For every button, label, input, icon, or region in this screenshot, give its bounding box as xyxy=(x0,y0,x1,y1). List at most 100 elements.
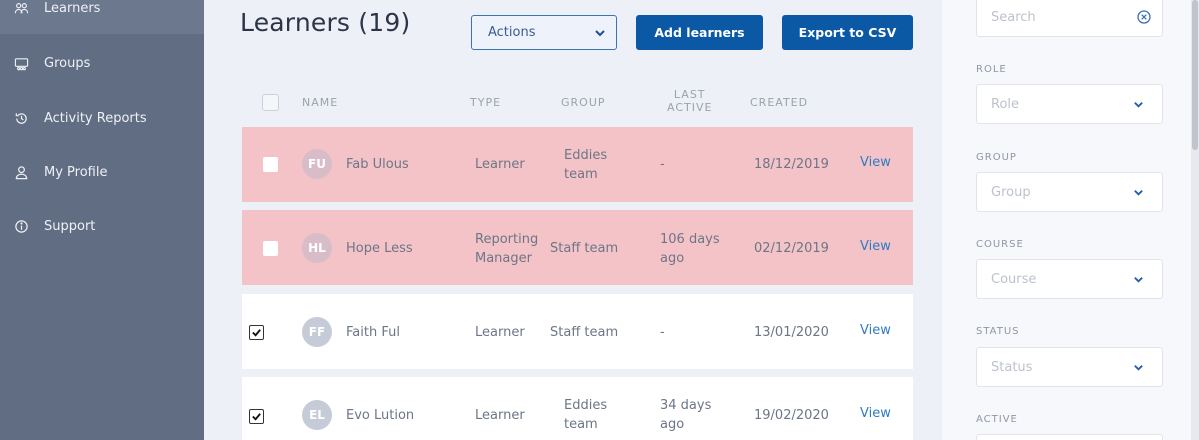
learner-group: Eddies team xyxy=(564,396,607,434)
learner-last-active: - xyxy=(660,325,665,340)
group-filter-label: GROUP xyxy=(976,152,1017,163)
main-content: Learners (19) Actions Add learners Expor… xyxy=(204,0,942,440)
learner-last-active-line2: ago xyxy=(660,251,685,266)
avatar: EL xyxy=(302,400,332,430)
chevron-down-icon xyxy=(1134,277,1143,283)
sidebar: Learners Groups Activity Reports My Prof… xyxy=(0,0,204,440)
course-select[interactable]: Course xyxy=(976,259,1163,299)
column-header-last-active[interactable]: LAST ACTIVE xyxy=(667,88,712,114)
row-checkbox-checked[interactable] xyxy=(249,325,264,340)
learner-name: Evo Lution xyxy=(346,408,415,423)
status-placeholder: Status xyxy=(991,359,1033,375)
column-header-last-active-line2: ACTIVE xyxy=(667,101,713,114)
groups-icon xyxy=(12,54,30,72)
status-select[interactable]: Status xyxy=(976,347,1163,387)
scrollbar-thumb[interactable] xyxy=(1192,0,1198,150)
learner-created: 02/12/2019 xyxy=(754,241,829,256)
learner-last-active-line2: ago xyxy=(660,417,685,432)
column-header-group[interactable]: GROUP xyxy=(561,96,606,109)
avatar: FF xyxy=(302,317,332,347)
checkmark-icon xyxy=(252,329,261,337)
row-checkbox-checked[interactable] xyxy=(249,409,264,424)
learners-icon xyxy=(12,0,30,17)
chevron-down-icon xyxy=(1134,102,1143,108)
learner-group-line1: Eddies xyxy=(564,148,608,163)
checkmark-icon xyxy=(252,413,261,421)
learner-last-active-line1: 34 days xyxy=(660,398,712,413)
column-header-name[interactable]: NAME xyxy=(302,96,338,109)
group-placeholder: Group xyxy=(991,184,1031,200)
learner-created: 19/02/2020 xyxy=(754,408,829,423)
profile-icon xyxy=(12,163,30,181)
learner-name: Faith Ful xyxy=(346,325,400,340)
search-input[interactable]: Search xyxy=(976,0,1163,37)
view-link[interactable]: View xyxy=(860,406,891,421)
learner-created: 18/12/2019 xyxy=(754,157,829,172)
sidebar-item-label: My Profile xyxy=(44,164,108,180)
sidebar-item-label: Groups xyxy=(44,55,91,71)
actions-dropdown-label: Actions xyxy=(488,25,536,40)
sidebar-item-label: Learners xyxy=(44,0,101,16)
column-header-last-active-line1: LAST xyxy=(673,88,706,101)
chevron-down-icon xyxy=(1134,365,1143,371)
active-filter-label: ACTIVE xyxy=(976,414,1018,425)
table-row[interactable]: FF Faith Ful Learner Staff team - 13/01/… xyxy=(242,294,913,369)
learner-created: 13/01/2020 xyxy=(754,325,829,340)
learner-type-line1: Reporting xyxy=(475,232,539,247)
sidebar-item-label: Support xyxy=(44,218,96,234)
learner-group: Staff team xyxy=(550,241,619,256)
learner-type: Learner xyxy=(475,157,525,172)
view-link[interactable]: View xyxy=(860,155,891,170)
column-header-type[interactable]: TYPE xyxy=(470,96,501,109)
sidebar-item-support[interactable]: Support xyxy=(12,213,95,239)
learner-name: Fab Ulous xyxy=(346,157,409,172)
table-row[interactable]: FU Fab Ulous Learner Eddies team - 18/12… xyxy=(242,127,913,202)
add-learners-button[interactable]: Add learners xyxy=(636,15,763,50)
scrollbar[interactable] xyxy=(1191,0,1199,440)
status-filter-label: STATUS xyxy=(976,326,1020,337)
history-icon xyxy=(12,109,30,127)
sidebar-item-groups[interactable]: Groups xyxy=(12,50,90,76)
learner-type-line2: Manager xyxy=(475,251,532,266)
learner-group: Staff team xyxy=(550,325,619,340)
learner-last-active-line1: 106 days xyxy=(660,232,720,247)
column-header-created[interactable]: CREATED xyxy=(750,96,808,109)
course-filter-label: COURSE xyxy=(976,239,1024,250)
select-all-checkbox[interactable] xyxy=(262,94,279,111)
learner-last-active: 106 days ago xyxy=(660,230,720,268)
learner-group: Eddies team xyxy=(564,146,607,184)
avatar: FU xyxy=(302,149,332,179)
sidebar-item-my-profile[interactable]: My Profile xyxy=(12,159,107,185)
learner-type: Learner xyxy=(475,408,525,423)
info-icon xyxy=(12,217,30,235)
role-filter-label: ROLE xyxy=(976,64,1007,75)
export-csv-button[interactable]: Export to CSV xyxy=(782,15,913,50)
group-select[interactable]: Group xyxy=(976,172,1163,212)
sidebar-item-label: Activity Reports xyxy=(44,110,147,126)
active-select[interactable] xyxy=(976,434,1163,440)
filter-panel: Search ROLE Role GROUP Group COURSE Cour… xyxy=(942,0,1199,440)
role-placeholder: Role xyxy=(991,96,1020,112)
sidebar-item-learners[interactable]: Learners xyxy=(12,0,100,21)
course-placeholder: Course xyxy=(991,271,1037,287)
page-title: Learners (19) xyxy=(240,8,411,37)
chevron-down-icon xyxy=(595,30,605,37)
learner-name: Hope Less xyxy=(346,241,413,256)
view-link[interactable]: View xyxy=(860,239,891,254)
learner-group-line1: Eddies xyxy=(564,398,608,413)
clear-search-icon[interactable] xyxy=(1136,9,1152,25)
learner-last-active: 34 days ago xyxy=(660,396,711,434)
learner-group-line2: team xyxy=(564,167,598,182)
row-checkbox[interactable] xyxy=(263,241,278,256)
table-row[interactable]: EL Evo Lution Learner Eddies team 34 day… xyxy=(242,377,913,440)
role-select[interactable]: Role xyxy=(976,84,1163,124)
row-checkbox[interactable] xyxy=(263,157,278,172)
view-link[interactable]: View xyxy=(860,323,891,338)
sidebar-item-activity-reports[interactable]: Activity Reports xyxy=(12,105,147,131)
learner-group-line2: team xyxy=(564,417,598,432)
learner-type: Learner xyxy=(475,325,525,340)
learner-last-active: - xyxy=(660,157,665,172)
chevron-down-icon xyxy=(1134,190,1143,196)
actions-dropdown[interactable]: Actions xyxy=(471,15,617,50)
table-row[interactable]: HL Hope Less Reporting Manager Staff tea… xyxy=(242,210,913,285)
